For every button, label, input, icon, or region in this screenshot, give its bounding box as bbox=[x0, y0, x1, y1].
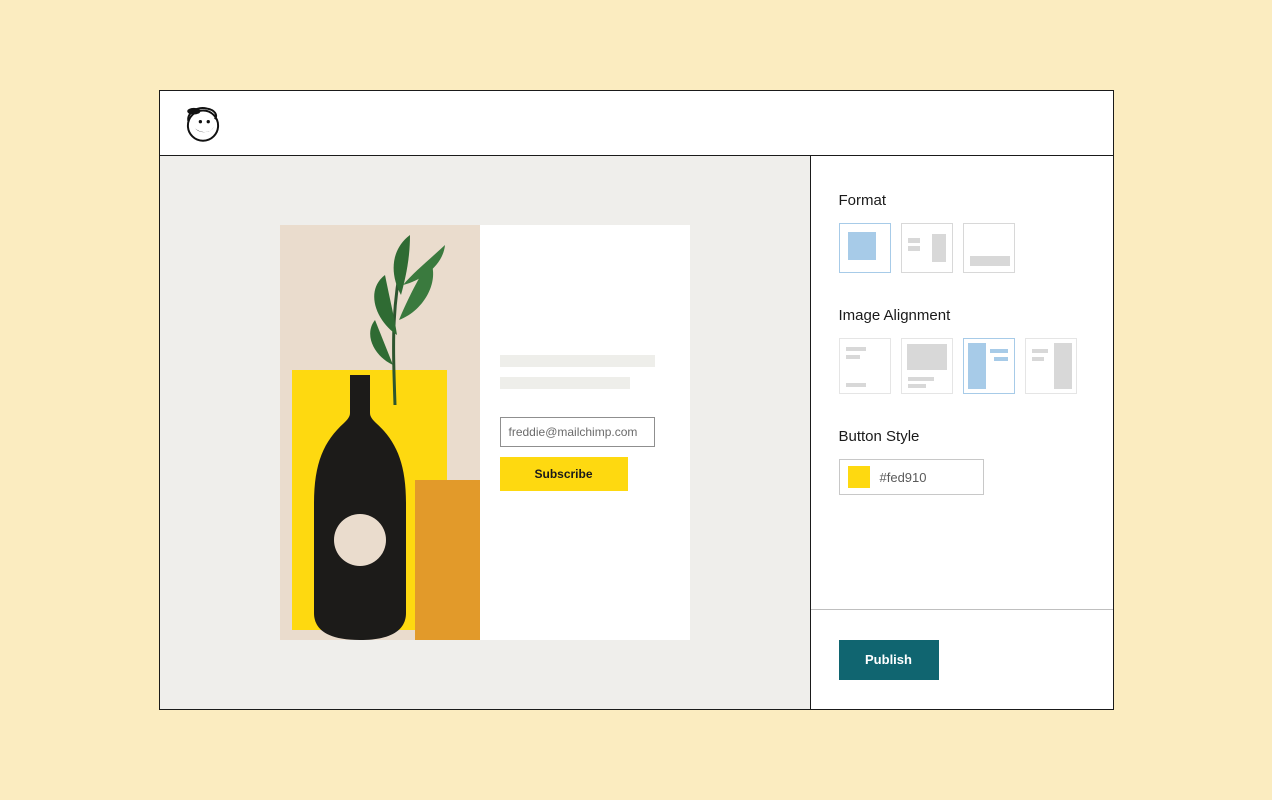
bg-orange-block bbox=[415, 480, 480, 640]
email-value: freddie@mailchimp.com bbox=[509, 425, 638, 439]
placeholder-line bbox=[500, 377, 630, 389]
card-image bbox=[280, 225, 480, 640]
section-format: Format bbox=[839, 192, 1085, 273]
email-input[interactable]: freddie@mailchimp.com bbox=[500, 417, 655, 447]
app-window: freddie@mailchimp.com Subscribe Format bbox=[159, 90, 1114, 710]
alignment-option-1[interactable] bbox=[839, 338, 891, 394]
settings-sidebar: Format bbox=[811, 156, 1113, 709]
section-image-alignment: Image Alignment bbox=[839, 307, 1085, 394]
placeholder-line bbox=[500, 355, 655, 367]
titlebar bbox=[160, 91, 1113, 156]
button-color-input[interactable]: #fed910 bbox=[839, 459, 984, 495]
format-options bbox=[839, 223, 1085, 273]
publish-label: Publish bbox=[865, 652, 912, 667]
subscribe-button[interactable]: Subscribe bbox=[500, 457, 628, 491]
format-option-2[interactable] bbox=[901, 223, 953, 273]
stage: freddie@mailchimp.com Subscribe Format bbox=[0, 0, 1272, 800]
sidebar-scroll: Format bbox=[811, 156, 1113, 609]
publish-button[interactable]: Publish bbox=[839, 640, 939, 680]
mailchimp-logo-icon bbox=[182, 102, 224, 144]
alignment-option-4[interactable] bbox=[1025, 338, 1077, 394]
alignment-option-3[interactable] bbox=[963, 338, 1015, 394]
format-option-1[interactable] bbox=[839, 223, 891, 273]
format-option-3[interactable] bbox=[963, 223, 1015, 273]
sidebar-footer: Publish bbox=[811, 609, 1113, 709]
vase-icon bbox=[310, 375, 410, 640]
color-swatch-icon bbox=[848, 466, 870, 488]
canvas-area: freddie@mailchimp.com Subscribe bbox=[160, 156, 811, 709]
window-body: freddie@mailchimp.com Subscribe Format bbox=[160, 156, 1113, 709]
image-alignment-label: Image Alignment bbox=[839, 307, 1085, 324]
button-style-label: Button Style bbox=[839, 428, 1085, 445]
color-hex-value: #fed910 bbox=[880, 470, 927, 485]
alignment-option-2[interactable] bbox=[901, 338, 953, 394]
section-button-style: Button Style #fed910 bbox=[839, 428, 1085, 495]
card-content: freddie@mailchimp.com Subscribe bbox=[480, 225, 690, 640]
format-label: Format bbox=[839, 192, 1085, 209]
alignment-options bbox=[839, 338, 1085, 394]
signup-card: freddie@mailchimp.com Subscribe bbox=[280, 225, 690, 640]
subscribe-label: Subscribe bbox=[534, 467, 592, 481]
